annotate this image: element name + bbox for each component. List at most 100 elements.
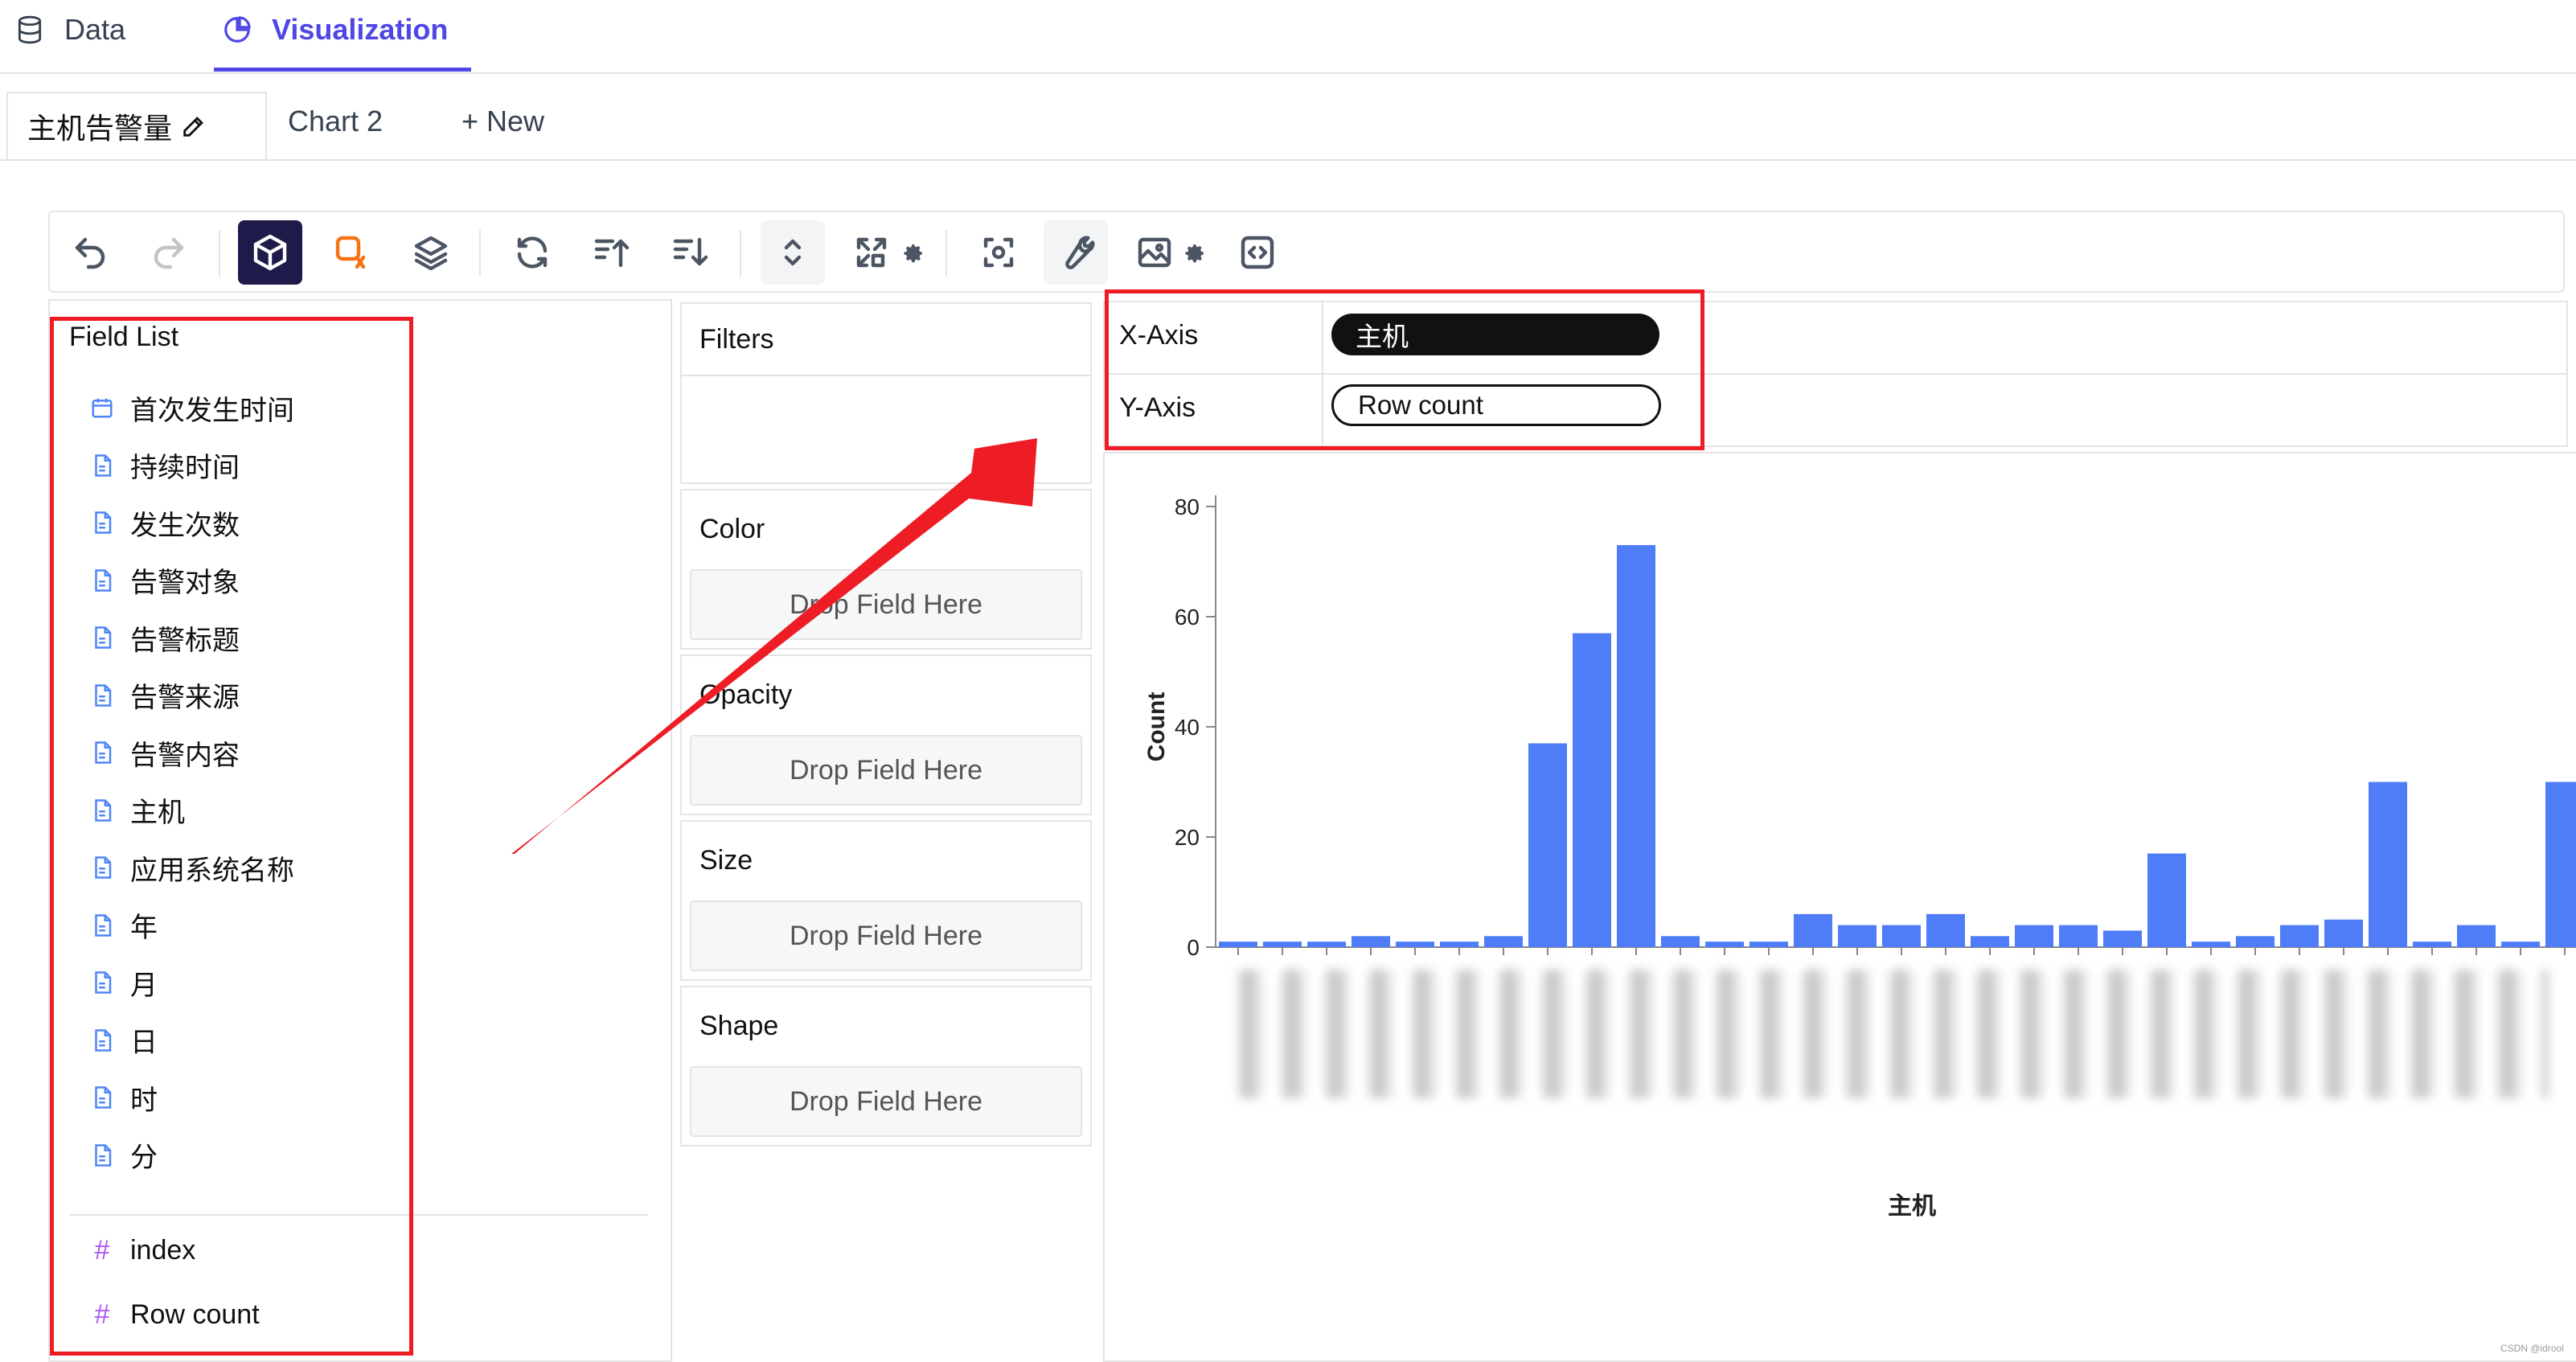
y-tick-label: 60 — [1175, 605, 1200, 630]
redo-button[interactable] — [137, 220, 201, 285]
bar — [2192, 942, 2230, 947]
chart-tab-active[interactable]: 主机告警量 — [6, 92, 267, 159]
color-title: Color — [699, 514, 765, 544]
bar-chart: 0 20 40 60 80 Count 主机 — [1143, 494, 2576, 1220]
sort-descending-icon — [673, 237, 708, 266]
toolbar-separator — [219, 230, 220, 277]
bar — [1705, 942, 1744, 947]
tab-visualization-label: Visualization — [272, 13, 449, 46]
bar — [2324, 919, 2363, 947]
bar — [1971, 936, 2009, 947]
tab-visualization[interactable]: Visualization — [222, 10, 448, 50]
chart-tab-bar — [0, 90, 2576, 161]
image-icon — [1138, 237, 1171, 268]
size-title: Size — [699, 845, 753, 876]
sort-ascending-button[interactable] — [579, 220, 643, 285]
filters-title: Filters — [699, 324, 774, 355]
focus-scan-icon — [983, 237, 1014, 268]
y-tick-label: 20 — [1175, 825, 1200, 850]
bar — [2369, 782, 2407, 947]
layers-icon — [414, 236, 448, 271]
bar — [1440, 942, 1479, 947]
sort-ascending-icon — [594, 239, 630, 268]
code-icon — [1241, 236, 1274, 269]
bar — [1396, 942, 1434, 947]
blurred-x-tick-labels — [1222, 970, 2549, 1098]
export-settings-icon[interactable] — [1185, 243, 1206, 264]
bar — [2236, 936, 2275, 947]
active-tab-indicator — [214, 68, 471, 72]
export-image-button[interactable] — [1122, 220, 1187, 285]
bar — [2545, 782, 2576, 947]
bar — [2280, 925, 2319, 947]
bar — [2015, 925, 2053, 947]
y-tick-label: 0 — [1187, 935, 1200, 960]
cube-icon — [253, 234, 287, 271]
bar — [2103, 930, 2142, 947]
layout-mode-select[interactable] — [761, 220, 825, 285]
toolbar-separator — [945, 230, 947, 277]
tab-data-label: Data — [64, 13, 126, 46]
bar — [1882, 925, 1921, 947]
bar — [2413, 942, 2451, 947]
bar — [1219, 942, 1257, 947]
bar — [1352, 936, 1390, 947]
opacity-title: Opacity — [699, 679, 793, 710]
pie-chart-icon — [224, 16, 251, 43]
bar — [2147, 853, 2186, 947]
undo-icon — [75, 237, 105, 269]
edit-icon[interactable] — [180, 113, 207, 140]
shape-paint-icon — [335, 236, 366, 269]
export-code-button[interactable] — [1225, 220, 1290, 285]
filters-drop-area[interactable] — [680, 375, 1092, 484]
refresh-icon — [517, 236, 548, 269]
transpose-button[interactable] — [500, 220, 564, 285]
new-chart-tab[interactable]: + New — [461, 105, 544, 138]
watermark: CSDN @idrool — [2500, 1343, 2564, 1354]
mark-type-button[interactable] — [320, 220, 384, 285]
tools-button[interactable] — [1044, 220, 1108, 285]
wrench-icon — [1065, 236, 1095, 269]
bar — [1838, 925, 1877, 947]
toolbar-separator — [740, 230, 741, 277]
bar — [2501, 942, 2540, 947]
bar — [1307, 942, 1346, 947]
bar — [1617, 544, 1655, 947]
y-axis-title: Count — [1143, 692, 1170, 762]
x-axis-title: 主机 — [1888, 1192, 1936, 1220]
bar — [1794, 913, 1832, 947]
resize-button[interactable] — [839, 220, 904, 285]
toolbar-separator — [479, 230, 481, 277]
field-list-highlight-box — [50, 317, 413, 1356]
chart-tab-2[interactable]: Chart 2 — [288, 105, 383, 138]
bar — [1749, 942, 1788, 947]
bar — [2457, 925, 2496, 947]
expand-icon — [856, 237, 887, 268]
axis-highlight-box — [1105, 289, 1704, 450]
bar — [1573, 633, 1611, 947]
color-drop-zone[interactable]: Drop Field Here — [690, 569, 1082, 640]
bar — [2059, 925, 2098, 947]
bar — [1528, 743, 1567, 947]
database-icon — [18, 15, 42, 44]
sort-descending-button[interactable] — [658, 220, 722, 285]
undo-button[interactable] — [58, 220, 122, 285]
y-tick-label: 80 — [1175, 494, 1200, 519]
bar — [1263, 942, 1302, 947]
shape-drop-zone[interactable]: Drop Field Here — [690, 1066, 1082, 1137]
bar — [1484, 936, 1523, 947]
resize-settings-icon[interactable] — [904, 243, 925, 264]
chevron-up-down-icon — [784, 239, 802, 266]
size-drop-zone[interactable]: Drop Field Here — [690, 900, 1082, 971]
bar — [1661, 936, 1700, 947]
opacity-drop-zone[interactable]: Drop Field Here — [690, 735, 1082, 806]
aggregation-toggle[interactable] — [238, 220, 302, 285]
y-tick-label: 40 — [1175, 715, 1200, 740]
redo-icon — [154, 237, 184, 269]
chart-tab-active-label: 主机告警量 — [27, 112, 173, 145]
shape-title: Shape — [699, 1011, 779, 1041]
tab-data[interactable]: Data — [14, 10, 125, 50]
explain-data-button[interactable] — [966, 220, 1031, 285]
bar — [1926, 913, 1965, 947]
stack-button[interactable] — [399, 220, 463, 285]
